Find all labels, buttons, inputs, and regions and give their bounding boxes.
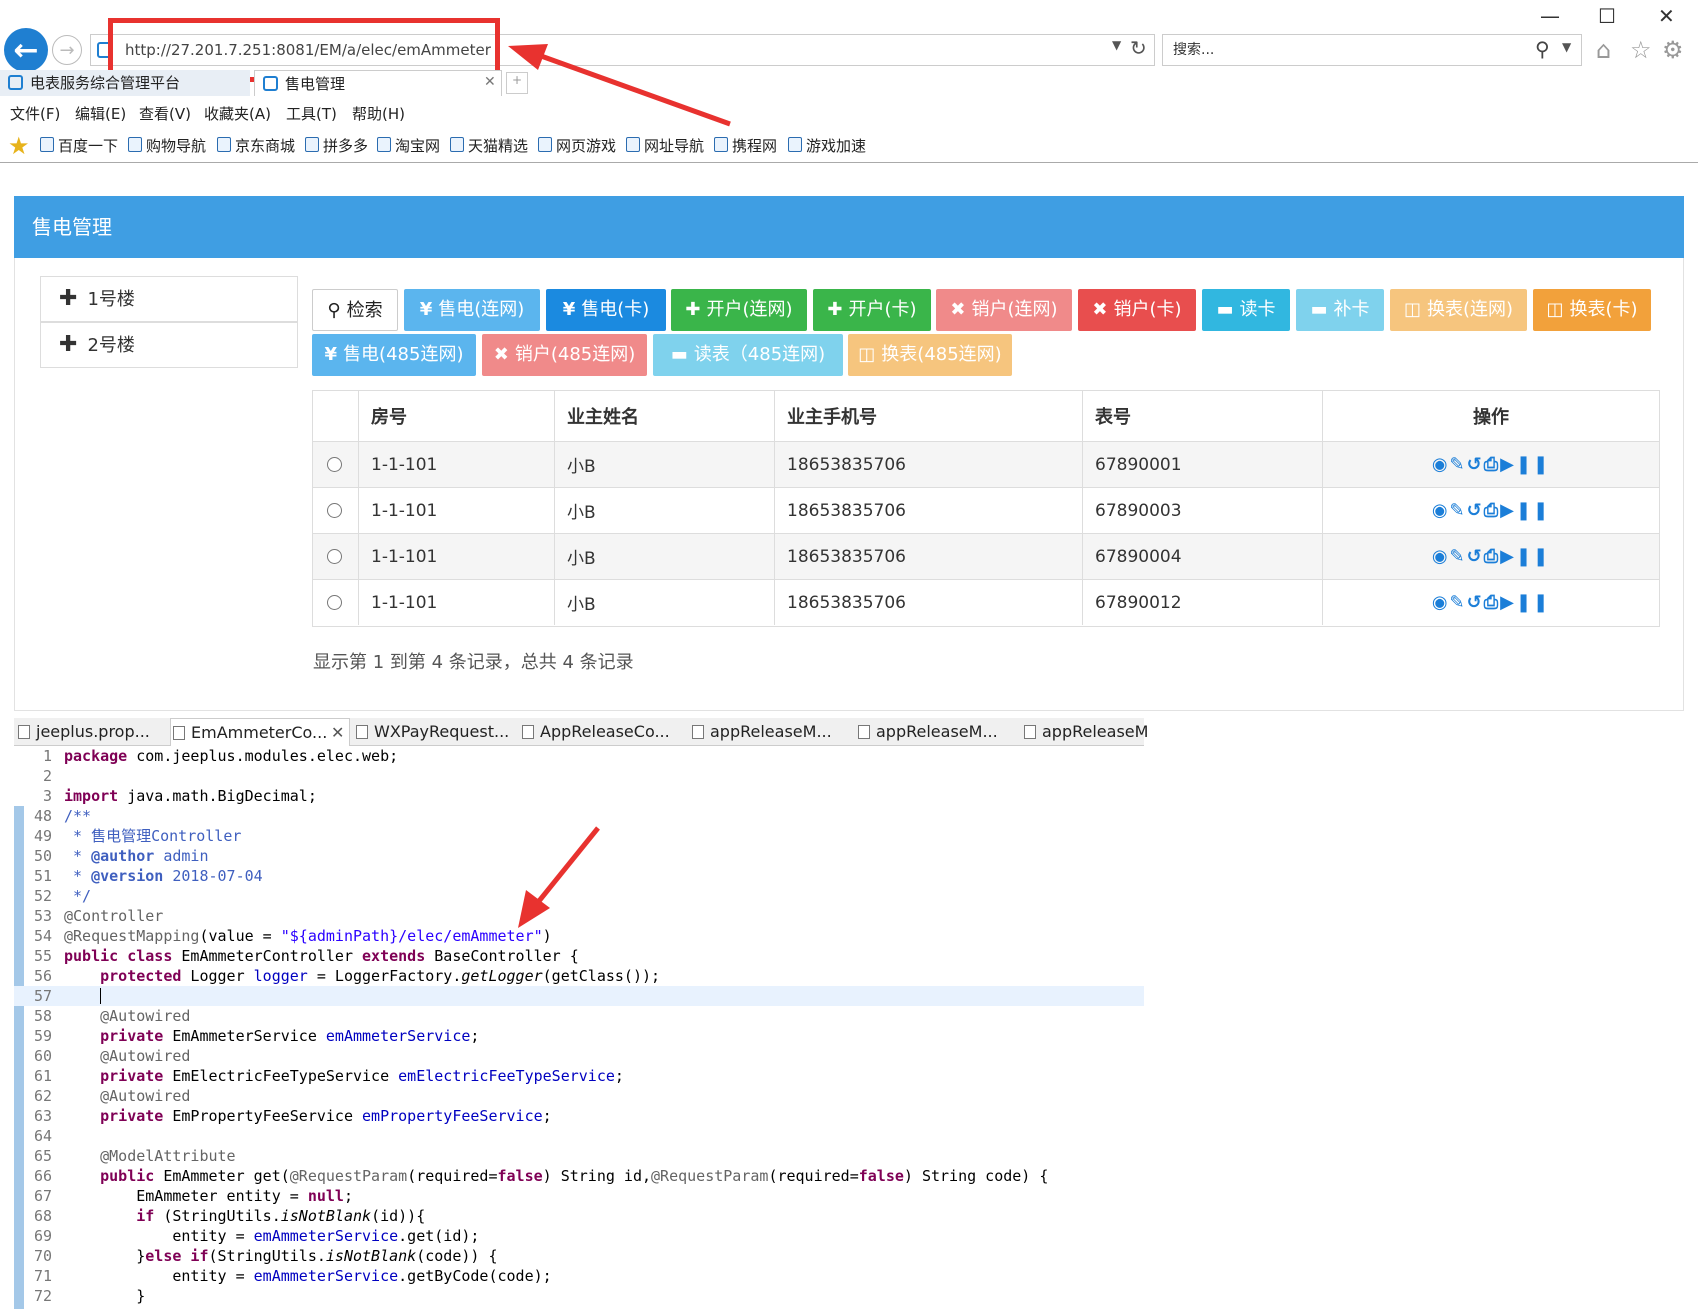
- arrow-to-url-icon: [508, 44, 731, 127]
- annotation-arrows: [508, 44, 731, 928]
- arrow-to-mapping-icon: [518, 826, 600, 928]
